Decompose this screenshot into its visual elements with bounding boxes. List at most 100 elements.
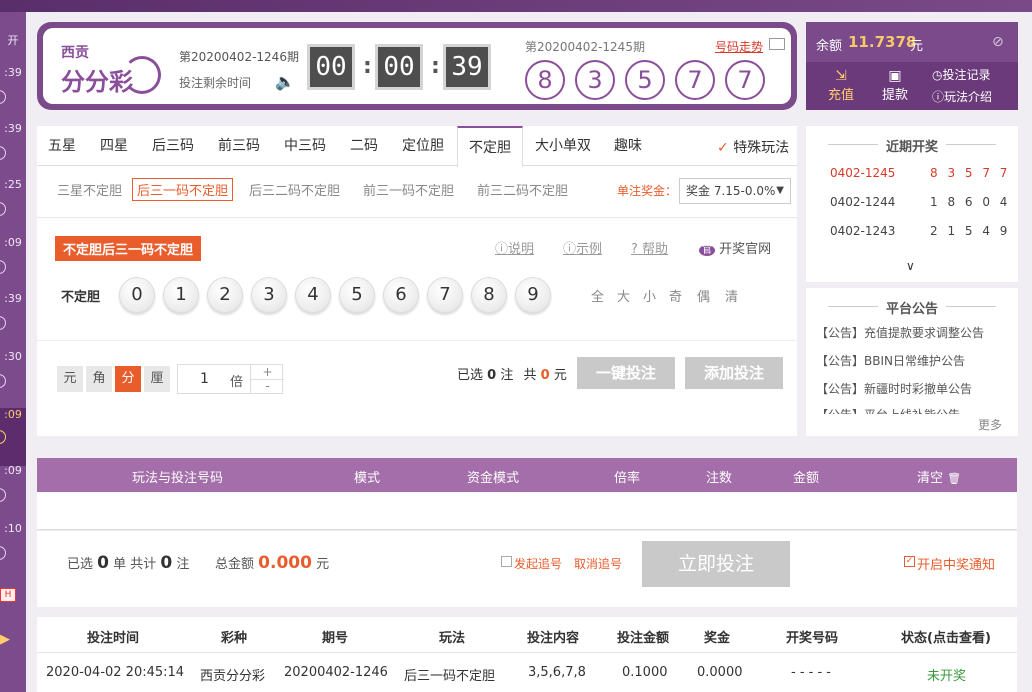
wallet-icon: ▣ <box>888 68 902 84</box>
number-ball-5[interactable]: 5 <box>339 277 375 313</box>
circle-icon <box>0 316 6 330</box>
explain-link[interactable]: ⓘ说明 <box>495 238 534 257</box>
subtab-qiansan-yima[interactable]: 前三一码不定胆 <box>363 180 454 199</box>
sidebar-item[interactable]: :09 <box>0 464 26 477</box>
subtab-qiansan-erma[interactable]: 前三二码不定胆 <box>477 180 568 199</box>
one-click-bet-button[interactable]: 一键投注 <box>577 357 675 389</box>
more-link[interactable]: 更多 <box>978 416 1002 433</box>
number-ball-6[interactable]: 6 <box>383 277 419 313</box>
quick-even[interactable]: 偶 <box>697 286 710 305</box>
number-ball-3[interactable]: 3 <box>251 277 287 313</box>
chart-icon[interactable] <box>769 38 785 50</box>
account-panel: 余额 11.7378 元 ⊘ ⇲ 充值 ▣ 提款 ◷投注记录 ⓘ玩法介绍 <box>806 22 1018 110</box>
unit-jiao[interactable]: 角 <box>86 366 112 392</box>
quick-small[interactable]: 小 <box>643 286 656 305</box>
subtab-sanxing[interactable]: 三星不定胆 <box>57 180 122 199</box>
notice-item[interactable]: 【公告】充值提款要求调整公告 <box>816 324 984 341</box>
withdraw-button[interactable]: ▣ 提款 <box>874 68 916 103</box>
tab-ermа[interactable]: 二码 <box>341 126 387 166</box>
tab-sixing[interactable]: 四星 <box>89 126 139 166</box>
total-label: 共 <box>523 368 537 383</box>
rec-col-amount: 投注金额 <box>617 631 670 646</box>
unit-li[interactable]: 厘 <box>144 366 170 392</box>
number-ball-7[interactable]: 7 <box>427 277 463 313</box>
recharge-button[interactable]: ⇲ 充值 <box>820 68 862 103</box>
bet-records-link[interactable]: ◷投注记录 <box>932 66 991 83</box>
yuan-label: 元 <box>553 368 567 383</box>
result-ball: 3 <box>575 60 615 100</box>
chase-checkbox[interactable] <box>501 556 512 567</box>
official-site-link[interactable]: 官 开奖官网 <box>699 238 771 257</box>
submit-bet-button[interactable]: 立即投注 <box>642 541 790 587</box>
rec-status[interactable]: 未开奖 <box>927 665 966 684</box>
bonus-select[interactable]: 奖金 7.15-0.0% ▼ <box>679 178 791 204</box>
sidebar-item[interactable]: :10 <box>0 522 26 535</box>
recent-draws-panel: 近期开奖 0402-1245 8 3 5 7 7 0402-1244 1 8 6… <box>806 126 1018 282</box>
subtab-housan-yima[interactable]: 后三一码不定胆 <box>132 178 234 201</box>
tab-qiansan[interactable]: 前三码 <box>209 126 269 166</box>
sidebar-active-item[interactable]: :09 <box>0 408 26 466</box>
result-ball: 7 <box>725 60 765 100</box>
number-ball-1[interactable]: 1 <box>163 277 199 313</box>
notice-item[interactable]: 【公告】BBIN日常维护公告 <box>816 352 965 369</box>
number-ball-9[interactable]: 9 <box>515 277 551 313</box>
quick-all[interactable]: 全 <box>591 286 604 305</box>
trend-link[interactable]: 号码走势 <box>715 38 763 55</box>
number-ball-2[interactable]: 2 <box>207 277 243 313</box>
special-play-link[interactable]: ✓ 特殊玩法 <box>717 137 789 157</box>
increment-button[interactable]: + <box>250 365 284 380</box>
number-ball-8[interactable]: 8 <box>471 277 507 313</box>
sidebar-item[interactable]: :39 <box>0 292 26 305</box>
sidebar-item[interactable]: :25 <box>0 178 26 191</box>
sidebar-item[interactable]: 开 <box>0 32 26 48</box>
draw-numbers: 1 8 6 0 4 <box>930 195 1011 209</box>
play-intro-link[interactable]: ⓘ玩法介绍 <box>932 88 992 105</box>
circle-icon <box>0 374 6 388</box>
speaker-icon[interactable]: ▶ <box>0 632 10 647</box>
quick-clear[interactable]: 清 <box>725 286 738 305</box>
sidebar-item[interactable]: :30 <box>0 350 26 363</box>
cancel-chase-link[interactable]: 取消追号 <box>574 555 622 572</box>
number-ball-4[interactable]: 4 <box>295 277 331 313</box>
notice-item[interactable]: 【公告】新疆时时彩撤单公告 <box>816 380 972 397</box>
sidebar-item[interactable]: :39 <box>0 66 26 79</box>
tab-wuxing[interactable]: 五星 <box>37 126 87 166</box>
sidebar-item[interactable]: :09 <box>0 236 26 249</box>
bet-records-label: 投注记录 <box>942 68 991 82</box>
cart-col-amount: 金额 <box>793 471 820 486</box>
sidebar-item: :09 <box>4 408 22 421</box>
divider <box>37 340 797 341</box>
help-link[interactable]: ? 帮助 <box>631 238 668 257</box>
sidebar-item[interactable]: :39 <box>0 122 26 135</box>
tab-budingdan[interactable]: 不定胆 <box>457 126 523 167</box>
unit-yuan[interactable]: 元 <box>57 366 83 392</box>
tab-dingweidan[interactable]: 定位胆 <box>393 126 453 166</box>
notice-item[interactable]: 【公告】平台上线补能公告 <box>816 406 960 414</box>
check-icon: ✓ <box>717 140 729 156</box>
notify-label[interactable]: 开启中奖通知 <box>917 554 995 573</box>
number-ball-0[interactable]: 0 <box>119 277 155 313</box>
selected-count: 0 <box>487 368 497 383</box>
add-bet-button[interactable]: 添加投注 <box>685 357 783 389</box>
example-link[interactable]: ⓘ示例 <box>563 238 602 257</box>
table-row[interactable]: 2020-04-02 20:45:14 西贡分分彩 20200402-1246 … <box>37 653 1017 692</box>
tab-zhongsan[interactable]: 中三码 <box>275 126 335 166</box>
tab-daxiaodanshuang[interactable]: 大小单双 <box>527 126 599 166</box>
clear-cart-button[interactable]: 清空 🗑 <box>917 467 961 486</box>
hide-balance-icon[interactable]: ⊘ <box>992 34 1004 50</box>
chase-label[interactable]: 发起追号 <box>514 555 562 572</box>
sub-tabs: 三星不定胆 后三一码不定胆 后三二码不定胆 前三一码不定胆 前三二码不定胆 单注… <box>37 166 797 218</box>
tab-quwei[interactable]: 趣味 <box>605 126 651 166</box>
decrement-button[interactable]: - <box>250 380 284 394</box>
clock-icon: ◷ <box>932 68 943 82</box>
remaining-time-label: 投注剩余时间 <box>179 76 252 90</box>
unit-fen[interactable]: 分 <box>115 366 141 392</box>
speaker-icon[interactable]: 🔈 <box>275 72 295 91</box>
quick-big[interactable]: 大 <box>617 286 630 305</box>
expand-icon[interactable]: ∨ <box>906 259 915 273</box>
quick-odd[interactable]: 奇 <box>669 286 682 305</box>
subtab-housan-erma[interactable]: 后三二码不定胆 <box>249 180 340 199</box>
multiplier-input[interactable]: 1 <box>200 371 209 387</box>
notify-checkbox[interactable]: ✓ <box>904 556 915 567</box>
tab-housan[interactable]: 后三码 <box>143 126 203 166</box>
